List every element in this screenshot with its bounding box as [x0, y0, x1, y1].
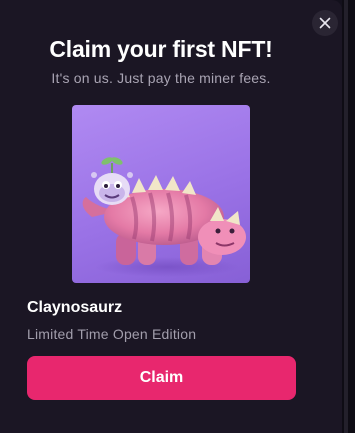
nft-name: Claynosaurz: [27, 299, 123, 316]
nft-image: [72, 105, 250, 283]
close-icon: [319, 17, 331, 29]
nft-edition-label: Limited Time Open Edition: [27, 326, 197, 342]
modal-title: Claim your first NFT!: [49, 36, 273, 62]
close-button[interactable]: [312, 10, 338, 36]
modal-subtitle: It's on us. Just pay the miner fees.: [51, 70, 271, 86]
claim-button[interactable]: Claim: [27, 356, 296, 400]
claim-nft-modal: Claim your first NFT! It's on us. Just p…: [0, 0, 342, 433]
scrollbar[interactable]: [344, 0, 348, 433]
